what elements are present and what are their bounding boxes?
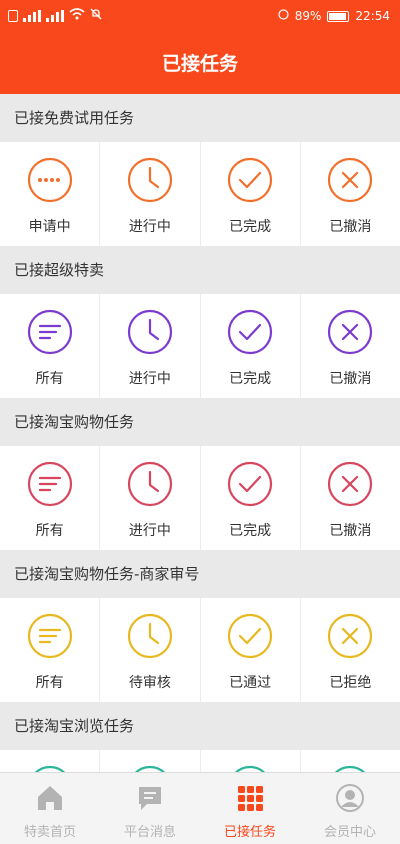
section-title: 已接淘宝购物任务-商家审号 — [0, 550, 400, 598]
mute-icon — [90, 8, 102, 23]
alarm-icon — [278, 9, 289, 23]
task-filter-label: 进行中 — [128, 523, 171, 539]
battery-percent: 89% — [294, 9, 322, 23]
task-filter-label: 已撤消 — [329, 219, 372, 235]
task-filter-3-1[interactable]: 所有 — [0, 446, 101, 550]
section-title: 已接淘宝购物任务 — [0, 398, 400, 446]
task-filter-2-3[interactable]: 已完成 — [201, 294, 301, 398]
sim-icon — [8, 9, 18, 22]
page-title: 已接任务 — [0, 34, 400, 94]
tab-label: 特卖首页 — [23, 825, 76, 840]
tab-grid[interactable]: 已接任务 — [200, 773, 300, 844]
task-filter-label: 进行中 — [128, 219, 171, 235]
task-filter-4-1[interactable]: 所有 — [0, 598, 101, 702]
status-right: 89% 22:54 — [278, 9, 390, 23]
task-filter-2-2[interactable]: 进行中 — [100, 294, 201, 398]
task-filter-label: 已撤消 — [329, 371, 372, 387]
task-filter-label: 所有 — [35, 675, 64, 691]
task-filter-3-2[interactable]: 进行中 — [100, 446, 201, 550]
section-title: 已接淘宝浏览任务 — [0, 702, 400, 750]
signal-icon-2 — [46, 9, 64, 22]
section-title: 已接免费试用任务 — [0, 94, 400, 142]
task-filter-4-2[interactable]: 待审核 — [100, 598, 201, 702]
task-filter-1-3[interactable]: 已完成 — [201, 142, 301, 246]
task-filter-1-4[interactable]: 已撤消 — [301, 142, 400, 246]
task-filter-label: 申请中 — [28, 219, 71, 235]
section-grid: 所有 待审核 已通过 已拒绝 — [0, 598, 400, 702]
task-filter-4-3[interactable]: 已通过 — [201, 598, 301, 702]
task-filter-label: 进行中 — [128, 371, 171, 387]
task-filter-2-4[interactable]: 已撤消 — [301, 294, 400, 398]
clock-time: 22:54 — [355, 9, 390, 23]
task-filter-label: 已完成 — [229, 371, 272, 387]
signal-icon — [23, 9, 41, 22]
task-filter-label: 所有 — [35, 523, 64, 539]
wifi-icon — [69, 8, 85, 23]
task-filter-label: 已完成 — [229, 219, 272, 235]
section-title: 已接超级特卖 — [0, 246, 400, 294]
task-filter-3-3[interactable]: 已完成 — [201, 446, 301, 550]
tab-label: 会员中心 — [323, 825, 376, 840]
section-grid: 所有 进行中 已完成 已撤消 — [0, 294, 400, 398]
task-filter-label: 已撤消 — [329, 523, 372, 539]
status-bar: 89% 22:54 — [0, 0, 400, 34]
task-filter-label: 已完成 — [229, 523, 272, 539]
task-filter-3-4[interactable]: 已撤消 — [301, 446, 400, 550]
section-grid: 所有 进行中 已完成 已撤消 — [0, 446, 400, 550]
tab-home[interactable]: 特卖首页 — [0, 773, 100, 844]
battery-icon — [327, 10, 350, 22]
tab-label: 平台消息 — [123, 825, 176, 840]
task-filter-1-2[interactable]: 进行中 — [100, 142, 201, 246]
task-filter-label: 已拒绝 — [329, 675, 372, 691]
task-filter-label: 待审核 — [128, 675, 171, 691]
status-left — [8, 8, 102, 23]
bottom-tab-bar: 特卖首页 平台消息 已接任务 会员中心 — [0, 772, 400, 844]
tab-message[interactable]: 平台消息 — [100, 773, 200, 844]
tab-user[interactable]: 会员中心 — [300, 773, 400, 844]
task-filter-4-4[interactable]: 已拒绝 — [301, 598, 400, 702]
section-grid: 申请中 进行中 已完成 已撤消 — [0, 142, 400, 246]
task-filter-label: 所有 — [35, 371, 64, 387]
task-filter-label: 已通过 — [229, 675, 272, 691]
task-filter-1-1[interactable]: 申请中 — [0, 142, 101, 246]
tab-label: 已接任务 — [223, 825, 276, 840]
task-filter-2-1[interactable]: 所有 — [0, 294, 101, 398]
